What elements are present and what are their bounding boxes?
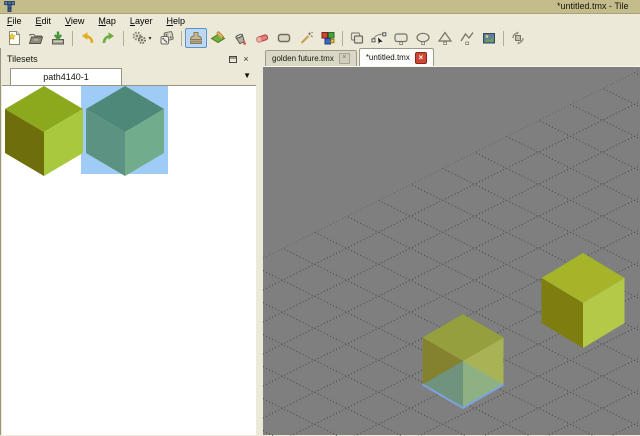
bucket-fill-button[interactable] [229,28,251,48]
tilesets-panel-header: Tilesets × [1,48,256,68]
select-objects-icon [349,30,365,46]
new-map-button[interactable] [3,28,25,48]
ellipse-icon [415,30,431,46]
undo-arrow-icon [79,30,95,46]
gears-icon [131,30,147,46]
tileset-dropdown-icon[interactable]: ▼ [243,71,251,80]
rotate-button[interactable] [507,28,529,48]
redo-arrow-icon [101,30,117,46]
open-folder-icon [28,30,44,46]
tab-untitled[interactable]: *untitled.tmx × [359,48,434,66]
placed-tile-olive-cube[interactable] [542,253,625,348]
menu-edit[interactable]: Edit [29,15,59,27]
toolbar-separator [72,31,73,46]
insert-polyline-button[interactable] [456,28,478,48]
tilesets-panel: Tilesets × path4140-1 ▼ [0,48,256,435]
rectangular-select-button[interactable] [273,28,295,48]
save-icon [50,30,66,46]
new-file-icon [6,30,22,46]
main-toolbar: ▾ [0,28,640,48]
close-panel-button[interactable]: × [240,54,252,65]
magic-wand-icon [298,30,314,46]
stamp-icon [188,30,204,46]
toolbar-separator [503,31,504,46]
insert-ellipse-button[interactable] [412,28,434,48]
window-title: *untitled.tmx - Tile [557,1,629,11]
edit-polygons-icon [371,30,387,46]
execute-command-button[interactable]: ▾ [127,28,156,48]
magic-wand-button[interactable] [295,28,317,48]
document-area: golden future.tmx × *untitled.tmx × [263,48,640,435]
tab-golden-future[interactable]: golden future.tmx × [265,50,357,66]
eraser-icon [254,30,270,46]
tileset-tile-olive-cube[interactable] [5,86,83,176]
tile-image-icon [481,30,497,46]
same-tile-icon [320,30,336,46]
close-tab-icon[interactable]: × [339,53,350,64]
tileset-view [2,85,256,435]
map-view[interactable] [263,66,640,435]
eraser-button[interactable] [251,28,273,48]
brush-preview-cube [423,314,504,408]
same-tile-select-button[interactable] [317,28,339,48]
stamp-brush-button[interactable] [185,28,207,48]
edit-polygons-button[interactable] [368,28,390,48]
tileset-tile-teal-cube-selected[interactable] [86,86,164,176]
float-window-icon [229,55,239,64]
terrain-icon [210,30,226,46]
menu-layer[interactable]: Layer [123,15,160,27]
select-objects-button[interactable] [346,28,368,48]
polyline-icon [459,30,475,46]
close-icon: × [243,55,248,64]
rotate-icon [510,30,526,46]
tileset-tabbar: path4140-1 ▼ [1,68,256,85]
toolbar-separator [342,31,343,46]
tileset-tab[interactable]: path4140-1 [10,68,122,85]
insert-rectangle-button[interactable] [390,28,412,48]
insert-tile-button[interactable] [478,28,500,48]
rect-select-icon [276,30,292,46]
menu-map[interactable]: Map [91,15,123,27]
dice-icon [159,30,175,46]
open-button[interactable] [25,28,47,48]
tilesets-panel-title: Tilesets [7,54,228,64]
dropdown-arrow-icon: ▾ [148,35,151,42]
rectangle-icon [393,30,409,46]
insert-polygon-button[interactable] [434,28,456,48]
save-button[interactable] [47,28,69,48]
random-mode-button[interactable] [156,28,178,48]
toolbar-separator [181,31,182,46]
tab-label: golden future.tmx [272,54,334,63]
terrain-brush-button[interactable] [207,28,229,48]
bucket-icon [232,30,248,46]
toolbar-separator [123,31,124,46]
document-tabbar: golden future.tmx × *untitled.tmx × [263,48,640,66]
menu-help[interactable]: Help [159,15,192,27]
menu-view[interactable]: View [58,15,91,27]
polygon-icon [437,30,453,46]
float-panel-button[interactable] [228,54,240,65]
menubar: File Edit View Map Layer Help [0,14,640,28]
titlebar: *untitled.tmx - Tile [0,0,640,14]
tiled-logo-icon [4,1,15,12]
redo-button[interactable] [98,28,120,48]
undo-button[interactable] [76,28,98,48]
close-tab-icon[interactable]: × [415,52,427,64]
menu-file[interactable]: File [0,15,29,27]
tab-label: *untitled.tmx [366,53,410,62]
